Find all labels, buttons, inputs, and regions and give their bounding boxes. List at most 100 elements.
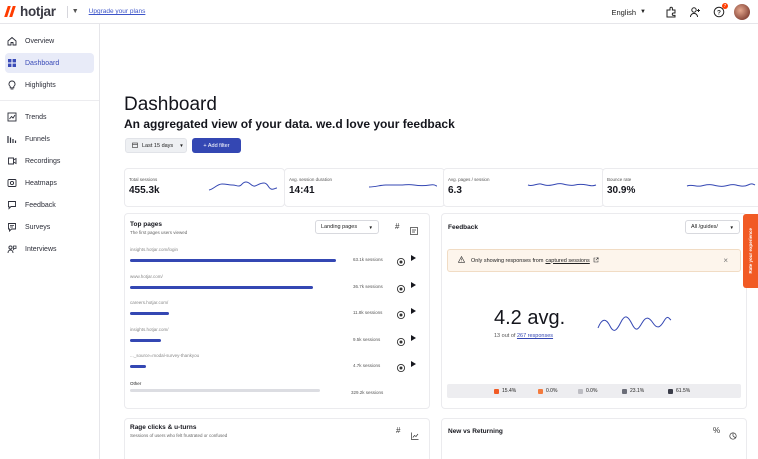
page-title: Dashboard [124, 94, 217, 115]
language-label: English [611, 7, 637, 17]
table-row[interactable]: ..._source=modal-survey-thankyou 4.7k ses… [128, 353, 418, 379]
sidebar-item-recordings[interactable]: Recordings [5, 151, 94, 171]
metric-value: 30.9% [607, 185, 636, 196]
svg-text:?: ? [717, 9, 721, 16]
page-session-count: 9.5k sessions [353, 336, 381, 342]
sidebar-item-trends[interactable]: Trends [5, 107, 94, 127]
language-selector[interactable]: English ▼ [611, 8, 646, 17]
score-item-5: 61.5% [668, 388, 690, 394]
page-url: www.hotjar.com/ [130, 273, 163, 279]
score-distribution-bar: 15.4% 0.0% 0.0% 23.1% 61.5% [447, 384, 741, 398]
avatar[interactable] [734, 4, 750, 20]
play-icon[interactable] [411, 308, 416, 314]
score-item-4: 23.1% [622, 388, 644, 394]
interviews-icon [5, 242, 19, 256]
sidebar-item-funnels[interactable]: Funnels [5, 129, 94, 149]
sidebar-item-label: Recordings [25, 157, 61, 165]
metric-value: 455.3k [129, 185, 160, 196]
responses-summary: 13 out of 267 responses [494, 333, 553, 339]
play-icon[interactable] [411, 255, 416, 261]
metric-label: Total sessions [129, 177, 158, 182]
sidebar-divider [0, 100, 99, 101]
play-icon[interactable] [411, 361, 416, 367]
play-icon[interactable] [411, 334, 416, 341]
captured-sessions-link[interactable]: captured sessions [545, 258, 589, 264]
score-value: 0.0% [586, 388, 598, 394]
integrations-icon[interactable] [662, 3, 680, 21]
hotjar-logo-icon [4, 5, 17, 18]
table-row[interactable]: www.hotjar.com/36.7k sessions [128, 274, 418, 300]
top-bar: hotjar ▼ Upgrade your plans English ▼ ? … [0, 0, 758, 24]
sidebar-item-overview[interactable]: Overview [5, 31, 94, 51]
top-pages-subtitle: The first pages users viewed [130, 230, 188, 235]
sidebar-item-label: Interviews [25, 245, 57, 253]
table-view-icon[interactable] [410, 222, 418, 240]
sidebar-item-feedback[interactable]: Feedback [5, 195, 94, 215]
heatmap-icon[interactable] [396, 281, 406, 293]
survey-icon [5, 220, 19, 234]
sidebar-item-dashboard[interactable]: Dashboard [5, 53, 94, 73]
add-filter-button[interactable]: + Add filter [192, 138, 241, 153]
sidebar-item-label: Dashboard [25, 59, 60, 67]
pie-chart-icon[interactable] [729, 427, 737, 445]
external-link-icon [593, 257, 599, 265]
other-row: Other 329.2k sessions [130, 381, 392, 395]
guides-dropdown[interactable]: All /guides/ ▼ [685, 220, 740, 234]
page-session-count: 11.8k sessions [353, 310, 383, 315]
captured-sessions-notice: Only showing responses from captured ses… [447, 249, 741, 272]
page-sessions-bar [130, 259, 336, 262]
heatmap-icon[interactable] [396, 307, 406, 320]
sidebar-item-highlights[interactable]: Highlights [5, 75, 94, 95]
table-row[interactable]: careers.hotjar.com/11.8k sessions [128, 300, 418, 326]
sidebar-item-label: Funnels [25, 135, 50, 143]
sparkline-chart [208, 181, 278, 191]
table-row[interactable]: insights.hotjar.com/login 63.1k sessions [128, 247, 418, 273]
other-bar [130, 389, 320, 392]
date-range-button[interactable]: Last 15 days ▼ [125, 138, 187, 153]
other-count: 329.2k sessions [351, 390, 384, 395]
play-icon[interactable] [411, 281, 416, 288]
divider [66, 5, 68, 18]
score-value: 23.1% [630, 388, 645, 394]
metric-card-bounce-rate: Bounce rate 30.9% [602, 168, 758, 207]
score-color-icon [622, 388, 627, 394]
upgrade-plans-link[interactable]: Upgrade your plans [89, 8, 146, 15]
heatmap-icon[interactable] [396, 360, 406, 373]
landing-pages-dropdown[interactable]: Landing pages ▼ [315, 220, 379, 234]
line-chart-icon[interactable] [411, 427, 419, 445]
workspace-dropdown-icon[interactable]: ▼ [72, 8, 79, 15]
heatmap-icon [5, 176, 19, 190]
rage-clicks-subtitle: Sessions of users who felt frustrated or… [130, 433, 228, 438]
percent-icon[interactable]: % [713, 426, 720, 435]
heatmap-icon[interactable] [396, 334, 406, 346]
add-user-icon[interactable] [686, 3, 704, 21]
sidebar-item-label: Overview [25, 37, 55, 45]
heatmap-icon[interactable] [396, 254, 406, 267]
date-range-label: Last 15 days [142, 142, 174, 149]
responses-link[interactable]: 267 responses [517, 333, 553, 339]
chevron-down-icon: ▼ [729, 224, 734, 230]
chevron-down-icon: ▼ [640, 9, 646, 15]
table-row[interactable]: insights.hotjar.com/9.5k sessions [128, 327, 418, 353]
hotjar-logo[interactable]: hotjar [4, 4, 56, 19]
feedback-trend-sparkline [597, 316, 672, 331]
close-icon[interactable]: × [723, 256, 728, 265]
page-url: insights.hotjar.com/login [130, 247, 179, 252]
sidebar-item-interviews[interactable]: Interviews [5, 239, 94, 259]
recordings-icon [5, 154, 19, 168]
page-url: ..._source=modal-survey-thankyou [130, 353, 200, 358]
score-color-icon [668, 388, 673, 394]
hash-icon[interactable]: # [395, 222, 399, 231]
page-sessions-bar [130, 338, 161, 342]
sparkline-chart [527, 183, 597, 187]
hash-icon[interactable]: # [396, 426, 400, 435]
help-icon[interactable]: ? 7 [710, 3, 728, 21]
calendar-icon [132, 142, 138, 150]
sidebar-item-heatmaps[interactable]: Heatmaps [5, 173, 94, 193]
rate-experience-tab[interactable]: Rate your experience [743, 214, 758, 288]
score-item-2: 0.0% [538, 388, 557, 394]
sidebar-item-surveys[interactable]: Surveys [5, 217, 94, 237]
sparkline-chart [368, 184, 438, 188]
chevron-down-icon: ▼ [179, 143, 184, 148]
page-session-count: 36.7k sessions [353, 283, 383, 289]
